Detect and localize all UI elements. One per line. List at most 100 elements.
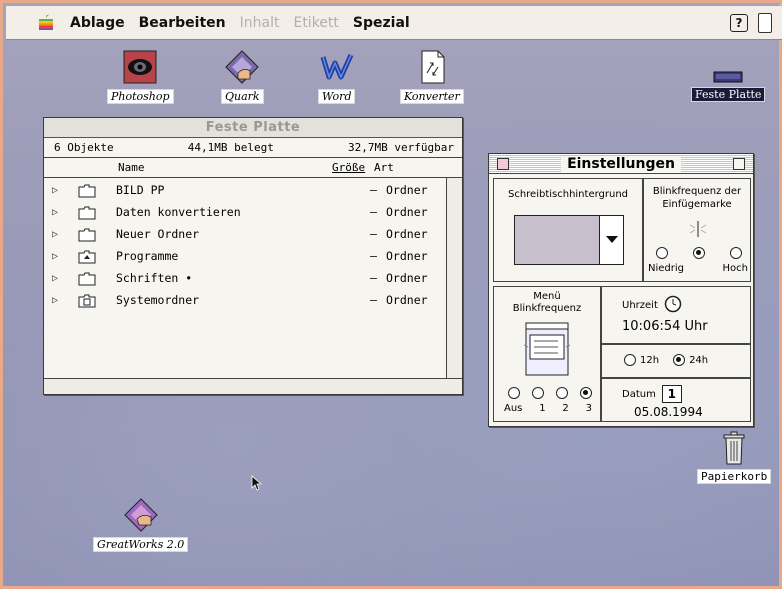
caret-blink-slow-label: Niedrig <box>648 263 684 274</box>
item-size: – <box>370 293 377 307</box>
list-item[interactable]: ▷ Schriften • – Ordner <box>44 267 446 289</box>
item-kind: Ordner <box>386 293 428 307</box>
item-kind: Ordner <box>386 227 428 241</box>
item-size: – <box>370 271 377 285</box>
konverter-icon[interactable]: Konverter <box>400 49 464 104</box>
clock-icon <box>664 295 682 316</box>
menu-blink-3-label: 3 <box>585 403 592 414</box>
menu-blink-3-radio[interactable] <box>580 387 592 399</box>
close-box-icon[interactable] <box>497 158 509 170</box>
finder-window-title: Feste Platte <box>205 120 301 135</box>
item-name: Schriften • <box>116 271 193 285</box>
disclosure-triangle-icon[interactable]: ▷ <box>52 185 58 196</box>
item-kind: Ordner <box>386 205 428 219</box>
quark-icon[interactable]: Quark <box>221 49 264 104</box>
menu-spezial[interactable]: Spezial <box>353 15 410 31</box>
disk-free: 32,7MB verfügbar <box>348 141 454 154</box>
document-icon <box>414 49 450 85</box>
list-item[interactable]: ▷ Programme – Ordner <box>44 245 446 267</box>
hard-drive-icon <box>713 69 743 83</box>
greatworks-label: GreatWorks 2.0 <box>93 537 189 552</box>
settings-title-bar[interactable]: Einstellungen <box>489 154 753 174</box>
vertical-scrollbar[interactable] <box>446 178 462 378</box>
word-label: Word <box>318 89 356 104</box>
folder-icon <box>78 184 96 197</box>
date-panel: Datum 1 05.08.1994 <box>601 378 751 422</box>
photoshop-eye-icon <box>122 49 158 85</box>
menu-blink-2-label: 2 <box>562 403 569 414</box>
desktop-pattern-label: Schreibtischhintergrund <box>507 189 629 200</box>
greatworks-diamond-icon <box>123 497 159 533</box>
column-name[interactable]: Name <box>118 161 145 174</box>
finder-title-bar[interactable]: Feste Platte <box>44 118 462 138</box>
disclosure-triangle-icon[interactable]: ▷ <box>52 273 58 284</box>
photoshop-icon[interactable]: Photoshop <box>107 49 174 104</box>
desktop-pattern-popup[interactable] <box>514 215 624 265</box>
disclosure-triangle-icon[interactable]: ▷ <box>52 229 58 240</box>
folder-icon <box>78 272 96 285</box>
trash-can-icon <box>722 431 746 465</box>
disclosure-triangle-icon[interactable]: ▷ <box>52 295 58 306</box>
folder-icon <box>78 206 96 219</box>
zoom-box-icon[interactable] <box>733 158 745 170</box>
menu-inhalt[interactable]: Inhalt <box>240 15 280 31</box>
application-menu-icon[interactable] <box>758 13 772 33</box>
time-value[interactable]: 10:06:54 Uhr <box>622 319 708 334</box>
disclosure-triangle-icon[interactable]: ▷ <box>52 207 58 218</box>
menu-bearbeiten[interactable]: Bearbeiten <box>139 15 226 31</box>
folder-icon <box>78 228 96 241</box>
desktop[interactable]: Ablage Bearbeiten Inhalt Etikett Spezial… <box>0 0 782 589</box>
popup-arrow-icon[interactable] <box>599 216 623 264</box>
caret-blink-panel: Blinkfrequenz der Einfügemarke Niedrig H… <box>643 178 751 282</box>
list-item[interactable]: ▷ BILD PP – Ordner <box>44 179 446 201</box>
menu-bar: Ablage Bearbeiten Inhalt Etikett Spezial… <box>6 6 782 40</box>
applications-folder-icon <box>78 250 96 263</box>
date-label: Datum <box>622 388 656 400</box>
list-item[interactable]: ▷ Systemordner – Ordner <box>44 289 446 311</box>
column-kind[interactable]: Art <box>374 161 394 174</box>
item-name: Systemordner <box>116 293 200 307</box>
finder-window[interactable]: Feste Platte 6 Objekte 44,1MB belegt 32,… <box>43 117 463 395</box>
finder-info-bar: 6 Objekte 44,1MB belegt 32,7MB verfügbar <box>44 138 462 158</box>
item-kind: Ordner <box>386 271 428 285</box>
hard-disk-label: Feste Platte <box>691 87 766 102</box>
list-item[interactable]: ▷ Daten konvertieren – Ordner <box>44 201 446 223</box>
disk-used: 44,1MB belegt <box>187 141 274 154</box>
photoshop-label: Photoshop <box>107 89 174 104</box>
date-value[interactable]: 05.08.1994 <box>634 405 703 419</box>
hard-disk-icon[interactable]: Feste Platte <box>691 69 766 102</box>
caret-blink-slow-radio[interactable] <box>656 247 668 259</box>
menu-etikett[interactable]: Etikett <box>293 15 338 31</box>
word-w-icon <box>319 49 355 85</box>
menu-blink-icon <box>522 321 572 377</box>
item-size: – <box>370 205 377 219</box>
mouse-pointer-icon <box>251 475 263 495</box>
caret-blink-icon <box>688 219 708 239</box>
menu-blink-off-radio[interactable] <box>508 387 520 399</box>
caret-blink-fast-radio[interactable] <box>730 247 742 259</box>
trash-icon[interactable]: Papierkorb <box>697 431 772 484</box>
help-menu-icon[interactable]: ? <box>730 14 748 32</box>
caret-blink-label: Blinkfrequenz der Einfügemarke <box>652 186 742 210</box>
quark-hand-icon <box>224 49 260 85</box>
clock-24h-radio[interactable] <box>673 354 686 366</box>
horizontal-scrollbar[interactable] <box>44 378 462 394</box>
column-size[interactable]: Größe <box>332 161 365 174</box>
settings-title: Einstellungen <box>561 155 681 172</box>
system-folder-icon <box>78 294 96 307</box>
settings-window[interactable]: Einstellungen Schreibtischhintergrund Bl… <box>488 153 754 427</box>
menu-blink-1-radio[interactable] <box>532 387 544 399</box>
caret-blink-medium-radio[interactable] <box>693 247 705 259</box>
greatworks-icon[interactable]: GreatWorks 2.0 <box>93 497 189 552</box>
clock-24h-label: 24h <box>689 354 709 366</box>
time-panel: Uhrzeit 10:06:54 Uhr <box>601 286 751 344</box>
menu-ablage[interactable]: Ablage <box>70 15 125 31</box>
disclosure-triangle-icon[interactable]: ▷ <box>52 251 58 262</box>
menu-blink-2-radio[interactable] <box>556 387 568 399</box>
word-icon[interactable]: Word <box>318 49 356 104</box>
menu-blink-panel: Menü Blinkfrequenz Aus 1 2 3 <box>493 286 601 422</box>
item-name: Daten konvertieren <box>116 205 241 219</box>
clock-12h-radio[interactable] <box>624 354 636 366</box>
apple-menu-icon[interactable] <box>36 13 56 33</box>
list-item[interactable]: ▷ Neuer Ordner – Ordner <box>44 223 446 245</box>
